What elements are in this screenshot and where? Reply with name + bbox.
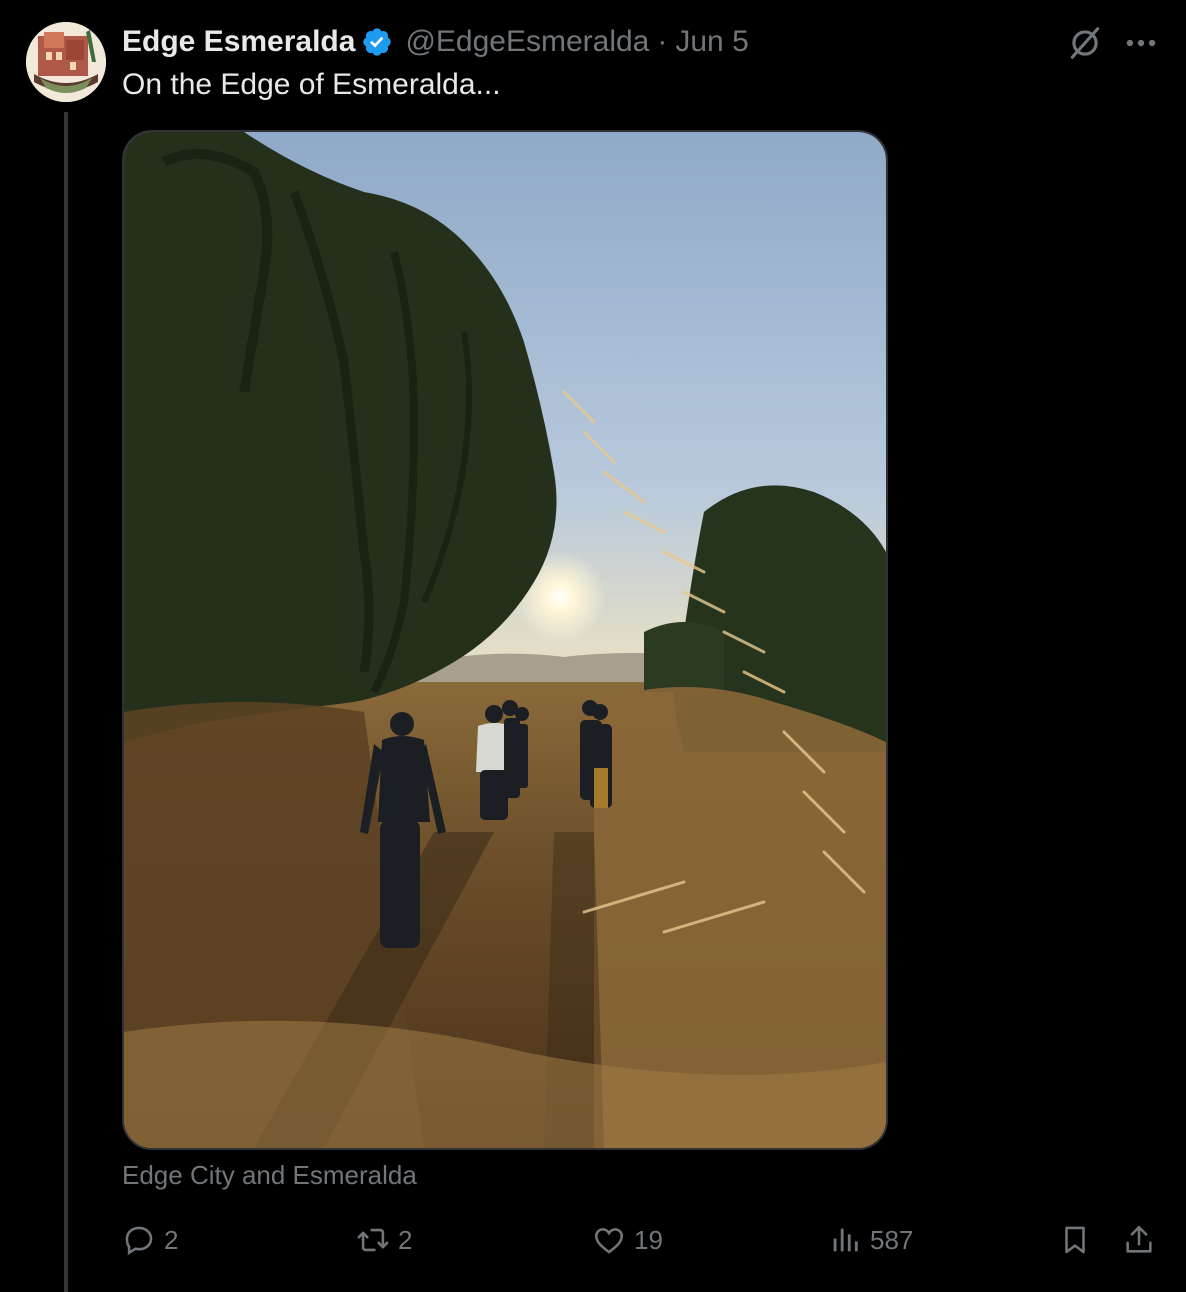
avatar[interactable] — [26, 22, 106, 102]
views-button[interactable]: 587 — [828, 1218, 913, 1262]
bookmark-icon — [1065, 1226, 1085, 1254]
author-display-name[interactable]: Edge Esmeralda — [122, 25, 355, 59]
like-button[interactable]: 19 — [592, 1218, 663, 1262]
share-icon — [1126, 1225, 1152, 1253]
repost-button[interactable]: 2 — [356, 1218, 412, 1262]
bookmark-button[interactable] — [1058, 1218, 1092, 1262]
reply-icon — [125, 1226, 153, 1256]
tweet-header: Edge Esmeralda @EdgeEsmeralda · Jun 5 — [122, 22, 749, 62]
verified-badge-icon[interactable] — [361, 26, 393, 58]
reply-button[interactable]: 2 — [122, 1218, 178, 1262]
tweet-date[interactable]: Jun 5 — [675, 25, 748, 59]
repost-count: 2 — [398, 1224, 413, 1255]
author-handle[interactable]: @EdgeEsmeralda — [405, 25, 649, 59]
repost-icon — [357, 1228, 389, 1252]
view-count: 587 — [870, 1224, 914, 1255]
tweet-actions: 2 2 19 587 — [0, 1218, 1186, 1262]
separator-dot: · — [657, 25, 668, 58]
thread-line — [64, 112, 68, 1292]
views-icon — [833, 1228, 858, 1252]
like-count: 19 — [634, 1224, 663, 1255]
more-icon[interactable] — [1122, 24, 1160, 62]
share-button[interactable] — [1122, 1218, 1156, 1262]
tweet-photo[interactable] — [122, 130, 888, 1150]
heart-icon — [594, 1228, 624, 1254]
tweet-text: On the Edge of Esmeralda... — [122, 68, 501, 101]
media-caption[interactable]: Edge City and Esmeralda — [122, 1160, 417, 1191]
grok-icon[interactable] — [1066, 24, 1104, 62]
reply-count: 2 — [164, 1224, 179, 1255]
